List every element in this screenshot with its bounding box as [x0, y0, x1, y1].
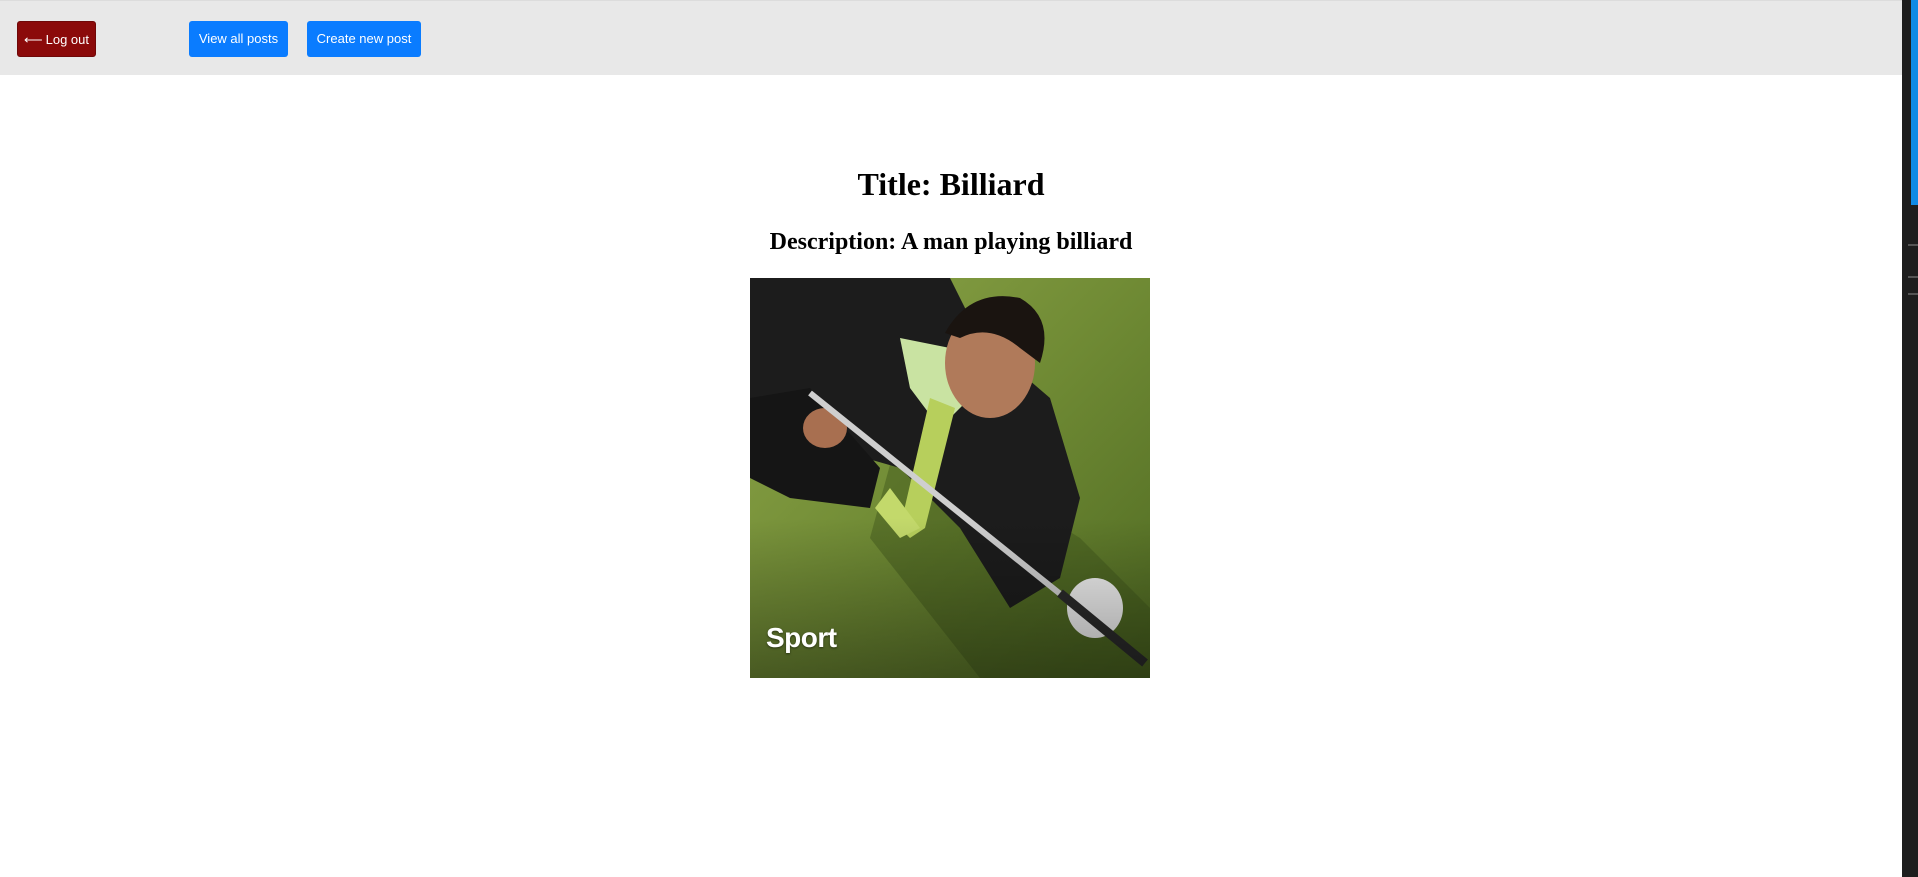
- window-edge-mark: [1908, 293, 1918, 295]
- post-title: Title: Billiard: [857, 166, 1045, 202]
- window-edge-mark: [1908, 244, 1918, 246]
- post-image-illustration: [750, 278, 1150, 678]
- create-new-post-button[interactable]: Create new post: [307, 21, 421, 57]
- image-caption: Sport: [766, 622, 837, 653]
- window-edge-accent: [1911, 0, 1918, 205]
- logout-button[interactable]: ⟵ Log out: [17, 21, 96, 57]
- logout-label: Log out: [45, 32, 89, 47]
- post-description: Description: A man playing billiard: [769, 229, 1133, 255]
- post-image: Sport: [750, 278, 1150, 678]
- top-navigation-bar: ⟵ Log out View all posts Create new post: [0, 0, 1902, 75]
- window-edge-mark: [1908, 276, 1918, 278]
- view-all-posts-button[interactable]: View all posts: [189, 21, 288, 57]
- back-arrow-icon: ⟵: [23, 32, 43, 47]
